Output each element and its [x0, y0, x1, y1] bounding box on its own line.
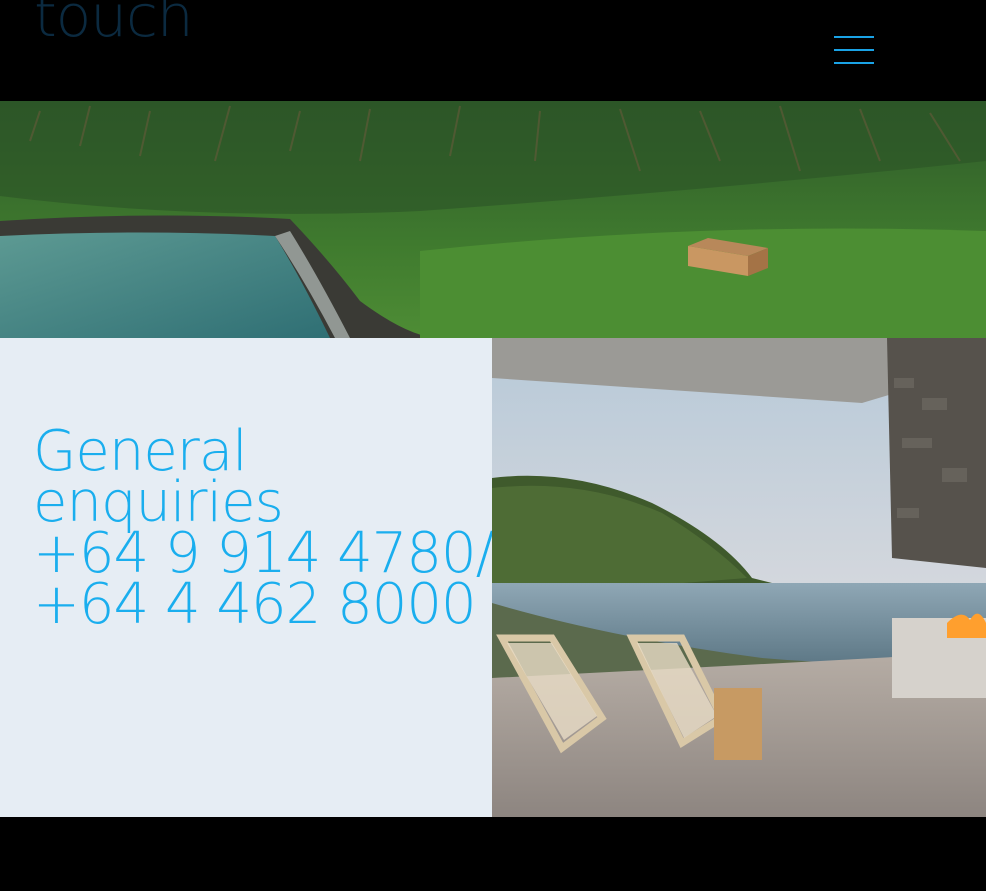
hamburger-icon-bar — [834, 36, 874, 38]
site-header: touch — [0, 0, 986, 101]
logo[interactable]: touch — [34, 0, 194, 45]
phone-number-link[interactable]: +64 4 462 8000 — [33, 577, 493, 633]
deck-view-image — [492, 338, 986, 817]
hero-landscape-image — [0, 101, 986, 338]
contact-panel: General enquiries +64 9 914 4780/ +64 4 … — [0, 338, 494, 817]
hamburger-icon-bar — [834, 49, 874, 51]
hamburger-menu-button[interactable] — [834, 36, 874, 64]
general-enquiries-heading: General enquiries +64 9 914 4780/ +64 4 … — [33, 424, 494, 633]
hamburger-icon-bar — [834, 62, 874, 64]
site-footer — [0, 817, 986, 891]
